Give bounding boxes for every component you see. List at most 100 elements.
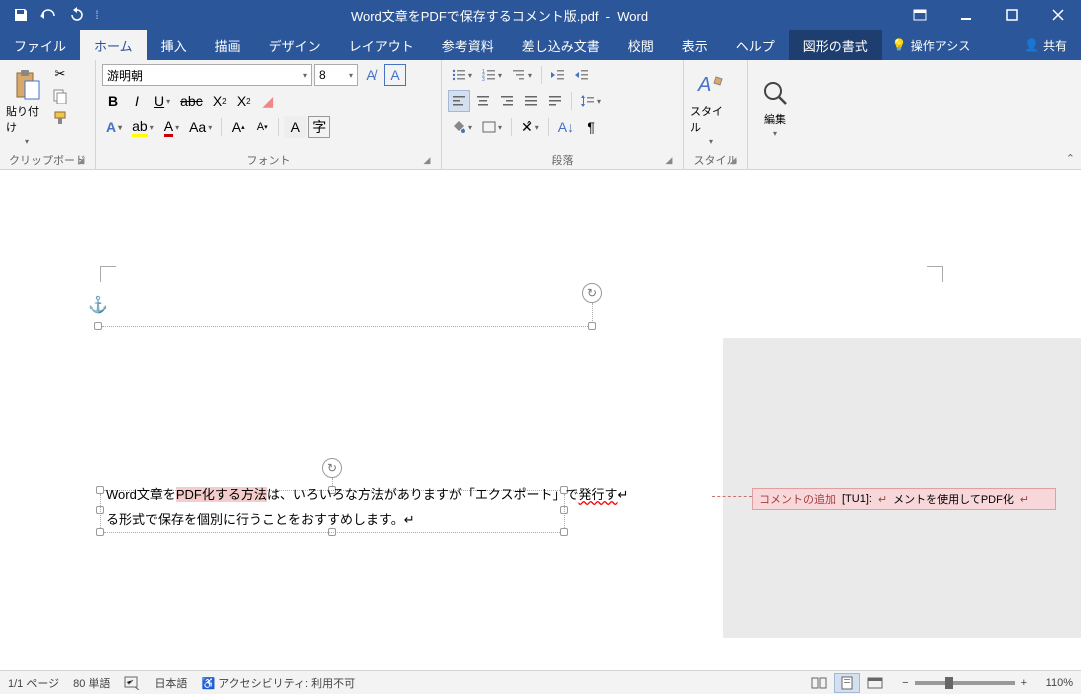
line-spacing-icon[interactable]	[577, 90, 605, 112]
align-center-icon[interactable]	[472, 90, 494, 112]
tab-insert[interactable]: 挿入	[147, 30, 201, 60]
decrease-indent-icon[interactable]	[547, 64, 569, 86]
tab-home[interactable]: ホーム	[80, 30, 147, 60]
align-left-icon[interactable]	[448, 90, 470, 112]
show-marks-icon[interactable]: ¶	[580, 116, 602, 138]
font-size-select[interactable]: 8 ▾	[314, 64, 358, 86]
styles-launcher-icon[interactable]: ◢	[727, 155, 739, 167]
document-text[interactable]: Word文章をPDF化する方法は、いろいろな方法がありますが「エクスポート」で発…	[106, 483, 628, 532]
font-launcher-icon[interactable]: ◢	[421, 155, 433, 167]
comment-ref: [TU1]:	[842, 493, 872, 505]
zoom-slider[interactable]	[915, 681, 1015, 685]
tab-review[interactable]: 校閲	[614, 30, 668, 60]
tab-view[interactable]: 表示	[668, 30, 722, 60]
print-layout-icon[interactable]	[834, 673, 860, 693]
subscript-button[interactable]: X2	[209, 90, 231, 112]
copy-icon[interactable]	[50, 86, 70, 106]
tab-help[interactable]: ヘルプ	[722, 30, 789, 60]
title-bar: ⁞ Word文章をPDFで保存するコメント版.pdf - Word	[0, 0, 1081, 30]
bullets-icon[interactable]	[448, 64, 476, 86]
shape-handle[interactable]	[96, 528, 104, 536]
shape-handle[interactable]	[96, 486, 104, 494]
zoom-out-button[interactable]: −	[902, 677, 908, 689]
clipboard-launcher-icon[interactable]: ◢	[75, 155, 87, 167]
bold-button[interactable]: B	[102, 90, 124, 112]
tell-me-search[interactable]: 💡 操作アシス	[882, 30, 980, 60]
ribbon: 貼り付け ▾ ✂ クリップボード ◢ 游明朝 ▾	[0, 60, 1081, 170]
accessibility-icon: ♿	[201, 678, 215, 690]
zoom-thumb[interactable]	[945, 677, 953, 689]
font-color-icon[interactable]: A	[160, 116, 183, 138]
italic-button[interactable]: I	[126, 90, 148, 112]
status-language[interactable]: 日本語	[154, 675, 187, 691]
status-bar: 1/1 ページ 80 単語 日本語 ♿ アクセシビリティ: 利用不可 − + 1…	[0, 670, 1081, 694]
text-effects-icon[interactable]: A	[102, 116, 126, 138]
tab-file[interactable]: ファイル	[0, 30, 80, 60]
cut-icon[interactable]: ✂	[50, 64, 70, 84]
shading-icon[interactable]	[448, 116, 476, 138]
share-button[interactable]: 👤 共有	[1010, 30, 1081, 60]
collapse-ribbon-icon[interactable]: ⌃	[1066, 152, 1075, 165]
undo-icon[interactable]	[36, 2, 62, 28]
save-icon[interactable]	[8, 2, 34, 28]
comment-balloon[interactable]: コメントの追加 [TU1]: ↵ メントを使用してPDF化 ↵	[752, 488, 1056, 510]
asian-layout-icon[interactable]: ✕̂	[517, 116, 543, 138]
zoom-controls: − + 110%	[902, 677, 1073, 689]
tab-mailings[interactable]: 差し込み文書	[508, 30, 614, 60]
multilevel-list-icon[interactable]	[508, 64, 536, 86]
format-painter-icon[interactable]	[50, 108, 70, 128]
minimize-icon[interactable]	[943, 0, 989, 30]
underline-button[interactable]: U	[150, 90, 174, 112]
clear-formatting-icon[interactable]: A̸	[360, 64, 382, 86]
grow-font-icon[interactable]: A▴	[227, 116, 249, 138]
superscript-button[interactable]: X2	[233, 90, 255, 112]
zoom-in-button[interactable]: +	[1021, 677, 1027, 689]
increase-indent-icon[interactable]	[571, 64, 593, 86]
ribbon-display-icon[interactable]	[897, 0, 943, 30]
tab-layout[interactable]: レイアウト	[335, 30, 428, 60]
accessibility-button[interactable]: ♿ アクセシビリティ: 利用不可	[201, 675, 355, 691]
eraser-icon[interactable]: ◢	[257, 90, 279, 112]
zoom-level[interactable]: 110%	[1033, 677, 1073, 689]
close-icon[interactable]	[1035, 0, 1081, 30]
highlight-color-icon[interactable]: ab	[128, 116, 158, 138]
read-mode-icon[interactable]	[806, 673, 832, 693]
editing-button[interactable]: 編集 ▾	[754, 77, 796, 138]
font-name-select[interactable]: 游明朝 ▾	[102, 64, 312, 86]
align-right-icon[interactable]	[496, 90, 518, 112]
styles-button[interactable]: A スタイル ▾	[690, 69, 732, 146]
shape-handle[interactable]	[588, 322, 596, 330]
web-layout-icon[interactable]	[862, 673, 888, 693]
group-clipboard: 貼り付け ▾ ✂ クリップボード ◢	[0, 60, 96, 169]
proofing-icon[interactable]	[124, 676, 140, 690]
align-distribute-icon[interactable]	[544, 90, 566, 112]
svg-text:A: A	[697, 74, 711, 96]
change-case-icon[interactable]: Aa	[185, 116, 216, 138]
document-area[interactable]: ⚓ ↻ ↻ Word文章をPDF化する方法は、いろいろな方法がありますが「エクス…	[0, 170, 1081, 670]
status-page[interactable]: 1/1 ページ	[8, 675, 59, 691]
comment-add-label: コメントの追加	[759, 491, 836, 507]
tab-shape-format[interactable]: 図形の書式	[789, 30, 882, 60]
paragraph-launcher-icon[interactable]: ◢	[663, 155, 675, 167]
phonetic-guide-icon[interactable]: A	[284, 116, 306, 138]
rotate-handle-icon[interactable]: ↻	[322, 458, 342, 478]
font-name-value: 游明朝	[107, 67, 143, 84]
tab-references[interactable]: 参考資料	[428, 30, 508, 60]
char-border-icon[interactable]: 字	[308, 116, 330, 138]
sort-icon[interactable]: A↓	[554, 116, 578, 138]
strikethrough-button[interactable]: abc	[176, 90, 207, 112]
tab-draw[interactable]: 描画	[201, 30, 255, 60]
rotate-handle-icon[interactable]: ↻	[582, 283, 602, 303]
tab-design[interactable]: デザイン	[255, 30, 335, 60]
enclose-char-icon[interactable]: A	[384, 64, 406, 86]
redo-icon[interactable]	[64, 2, 90, 28]
numbering-icon[interactable]: 123	[478, 64, 506, 86]
shrink-font-icon[interactable]: A▾	[251, 116, 273, 138]
shape-handle[interactable]	[94, 322, 102, 330]
status-words[interactable]: 80 単語	[73, 675, 110, 691]
align-justify-icon[interactable]	[520, 90, 542, 112]
maximize-icon[interactable]	[989, 0, 1035, 30]
paste-icon	[11, 69, 43, 101]
paste-button[interactable]: 貼り付け ▾	[6, 64, 48, 151]
borders-icon[interactable]	[478, 116, 506, 138]
